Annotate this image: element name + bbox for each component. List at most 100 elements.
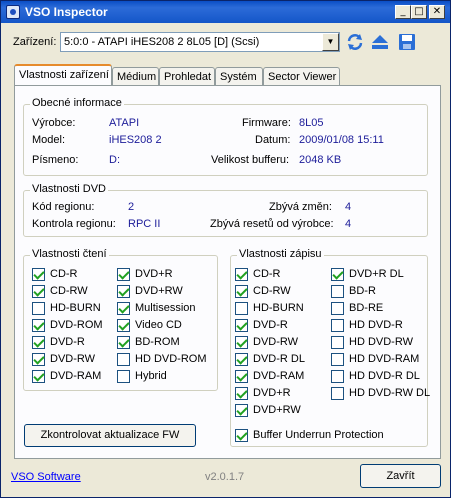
eject-icon[interactable] <box>370 32 390 52</box>
checkbox-box[interactable] <box>331 319 344 332</box>
checkbox-label: BD-R <box>349 285 376 297</box>
checkbox-box[interactable] <box>331 370 344 383</box>
version-text: v2.0.1.7 <box>205 471 245 483</box>
checkbox-box[interactable] <box>331 268 344 281</box>
checkbox-box[interactable] <box>32 353 45 366</box>
checkbox-label: DVD-R DL <box>253 353 305 365</box>
tab-sector-viewer[interactable]: Sector Viewer <box>263 67 340 87</box>
group-title: Vlastnosti DVD <box>30 183 108 195</box>
checkbox-box[interactable] <box>117 285 130 298</box>
checkbox-box[interactable] <box>32 268 45 281</box>
vendor-value: ATAPI <box>109 117 140 129</box>
title-bar[interactable]: VSO Inspector _ □ ✕ <box>1 1 450 23</box>
checkbox-label: DVD+R DL <box>349 268 404 280</box>
checkbox-box[interactable] <box>235 404 248 417</box>
checkbox-box[interactable] <box>235 387 248 400</box>
checkbox-box[interactable] <box>235 268 248 281</box>
checkbox-label: HD DVD-ROM <box>135 353 207 365</box>
checkbox-label: CD-RW <box>50 285 88 297</box>
refresh-icon[interactable] <box>345 32 365 52</box>
window-title: VSO Inspector <box>25 5 108 19</box>
close-window-button[interactable]: ✕ <box>429 5 445 19</box>
checkbox-box[interactable] <box>235 302 248 315</box>
checkbox-label: DVD+RW <box>253 404 301 416</box>
tab-scan[interactable]: Prohledat <box>159 67 215 87</box>
checkbox-box[interactable] <box>235 429 248 442</box>
checkbox-label: DVD+RW <box>135 285 183 297</box>
device-select[interactable]: 5:0:0 - ATAPI iHES208 2 8L05 [D] (Scsi) … <box>60 32 340 52</box>
checkbox-box[interactable] <box>32 336 45 349</box>
checkbox-label: DVD+R <box>135 268 173 280</box>
checkbox-box[interactable] <box>32 285 45 298</box>
checkbox-box[interactable] <box>32 302 45 315</box>
checkbox-box[interactable] <box>331 387 344 400</box>
general-info-group: Obecné informace Výrobce: ATAPI Model: i… <box>23 97 428 176</box>
checkbox-box[interactable] <box>117 353 130 366</box>
letter-label: Písmeno: <box>32 154 79 166</box>
tab-device-properties[interactable]: Vlastnosti zařízení <box>14 64 112 86</box>
resets-left-label: Zbývá resetů od výrobce: <box>210 218 334 230</box>
checkbox-box[interactable] <box>331 302 344 315</box>
group-title: Vlastnosti zápisu <box>237 248 324 260</box>
vendor-label: Výrobce: <box>32 117 76 129</box>
resets-left-value: 4 <box>345 218 352 230</box>
checkbox-label: BD-ROM <box>135 336 180 348</box>
device-label: Zařízení: <box>13 36 57 48</box>
tab-system[interactable]: Systém <box>215 67 263 87</box>
checkbox-label: DVD-R <box>253 319 288 331</box>
date-value: 2009/01/08 15:11 <box>299 134 384 146</box>
checkbox-box[interactable] <box>331 285 344 298</box>
model-value: iHES208 2 <box>109 134 162 146</box>
checkbox-box[interactable] <box>331 336 344 349</box>
app-window: VSO Inspector _ □ ✕ Zařízení: 5:0:0 - AT… <box>0 0 451 498</box>
checkbox-box[interactable] <box>117 336 130 349</box>
checkbox-box[interactable] <box>235 353 248 366</box>
checkbox-box[interactable] <box>117 268 130 281</box>
checkbox-box[interactable] <box>331 353 344 366</box>
firmware-label: Firmware: <box>242 117 291 129</box>
buffer-label: Velikost bufferu: <box>211 154 290 166</box>
checkbox-label: DVD-RAM <box>50 370 102 382</box>
checkbox-label: DVD-RAM <box>253 370 305 382</box>
region-code-value: 2 <box>128 201 135 213</box>
checkbox-label: HD DVD-RW DL <box>349 387 431 399</box>
close-button[interactable]: Zavřít <box>360 464 441 488</box>
checkbox-box[interactable] <box>117 319 130 332</box>
write-properties-group: Vlastnosti zápisu CD-R CD-RW HD-BURN DVD-R D… <box>230 248 431 447</box>
checkbox-box[interactable] <box>235 285 248 298</box>
checkbox-label: CD-R <box>50 268 78 280</box>
vso-software-link[interactable]: VSO Software <box>11 471 81 483</box>
region-control-label: Kontrola regionu: <box>32 218 116 230</box>
maximize-button[interactable]: □ <box>411 5 427 19</box>
checkbox-box[interactable] <box>235 319 248 332</box>
checkbox-label: HD DVD-RW <box>349 336 413 348</box>
group-title: Obecné informace <box>30 97 124 109</box>
checkbox-box[interactable] <box>32 319 45 332</box>
checkbox-label: DVD-RW <box>253 336 299 348</box>
check-fw-updates-button[interactable]: Zkontrolovat aktualizace FW <box>24 424 196 447</box>
firmware-value: 8L05 <box>299 117 324 129</box>
checkbox-label: HD-BURN <box>50 302 101 314</box>
checkbox-label: DVD-R <box>50 336 85 348</box>
checkbox-box[interactable] <box>117 302 130 315</box>
checkbox-label: DVD+R <box>253 387 291 399</box>
checkbox-box[interactable] <box>32 370 45 383</box>
model-label: Model: <box>32 134 66 146</box>
checkbox-label: HD DVD-RAM <box>349 353 420 365</box>
minimize-button[interactable]: _ <box>395 5 411 19</box>
app-icon <box>6 5 20 19</box>
region-code-label: Kód regionu: <box>32 201 95 213</box>
save-icon[interactable] <box>397 32 417 52</box>
checkbox-label: Multisession <box>135 302 196 314</box>
changes-left-label: Zbývá změn: <box>269 201 332 213</box>
checkbox-label: BD-RE <box>349 302 384 314</box>
checkbox-label: CD-R <box>253 268 281 280</box>
letter-value: D: <box>109 154 120 166</box>
checkbox-box[interactable] <box>235 336 248 349</box>
chevron-down-icon[interactable]: ▼ <box>322 33 339 51</box>
tab-medium[interactable]: Médium <box>112 67 159 87</box>
checkbox-label: CD-RW <box>253 285 291 297</box>
checkbox-box[interactable] <box>235 370 248 383</box>
checkbox-label: Hybrid <box>135 370 167 382</box>
checkbox-box[interactable] <box>117 370 130 383</box>
